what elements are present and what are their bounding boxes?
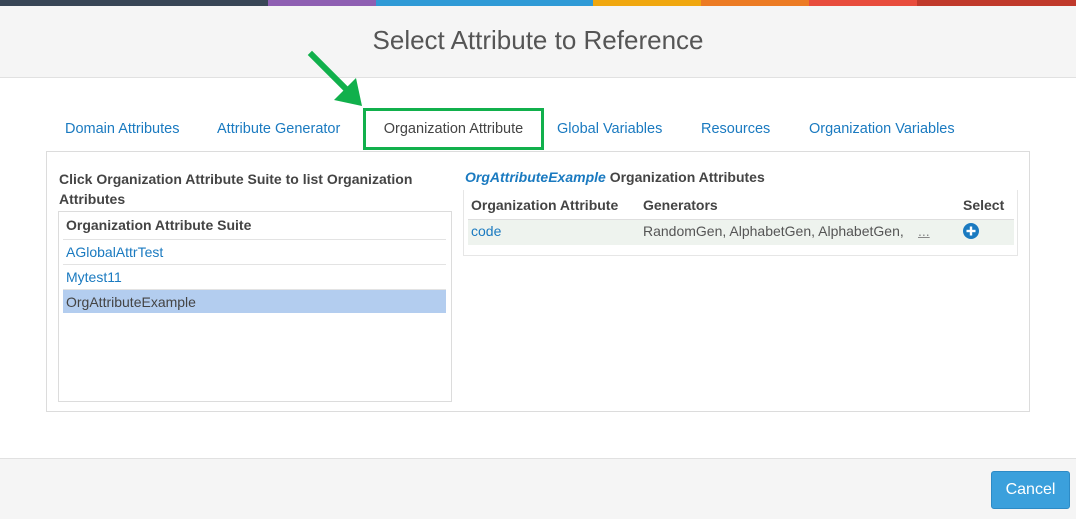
attribute-code-link[interactable]: code (471, 223, 501, 239)
tab-domain-attributes[interactable]: Domain Attributes (65, 108, 179, 150)
right-panel-title-suffix: Organization Attributes (609, 169, 765, 185)
plus-circle-icon[interactable] (963, 223, 979, 239)
tab-resources[interactable]: Resources (701, 108, 770, 150)
cancel-button[interactable]: Cancel (991, 471, 1070, 509)
tab-organization-attribute[interactable]: Organization Attribute (363, 108, 544, 150)
tab-attribute-generator[interactable]: Attribute Generator (217, 108, 340, 150)
suite-column-header: Organization Attribute Suite (66, 217, 252, 233)
suite-list-item[interactable]: Mytest11 (63, 264, 446, 288)
dialog-title: Select Attribute to Reference (372, 25, 704, 55)
suite-list-item[interactable]: AGlobalAttrTest (63, 239, 446, 263)
tab-organization-variables[interactable]: Organization Variables (809, 108, 955, 150)
column-header-select: Select (963, 197, 1005, 213)
dialog-footer (0, 458, 1076, 519)
selected-suite-name: OrgAttributeExample (465, 169, 606, 185)
tab-bar: Domain Attributes Attribute Generator Or… (46, 108, 1036, 152)
left-panel-instruction: Click Organization Attribute Suite to li… (59, 171, 413, 207)
annotation-arrow-icon (307, 50, 362, 106)
generators-list: RandomGen, AlphabetGen, AlphabetGen, (643, 223, 904, 239)
suite-list-item-selected[interactable]: OrgAttributeExample (63, 289, 446, 313)
generators-more-link[interactable]: ... (918, 223, 930, 239)
right-panel-title: OrgAttributeExample Organization Attribu… (465, 169, 765, 185)
tab-global-variables[interactable]: Global Variables (557, 108, 662, 150)
dialog-header: Select Attribute to Reference (0, 6, 1076, 78)
column-header-generators: Generators (643, 197, 718, 213)
column-header-attribute: Organization Attribute (471, 197, 619, 213)
